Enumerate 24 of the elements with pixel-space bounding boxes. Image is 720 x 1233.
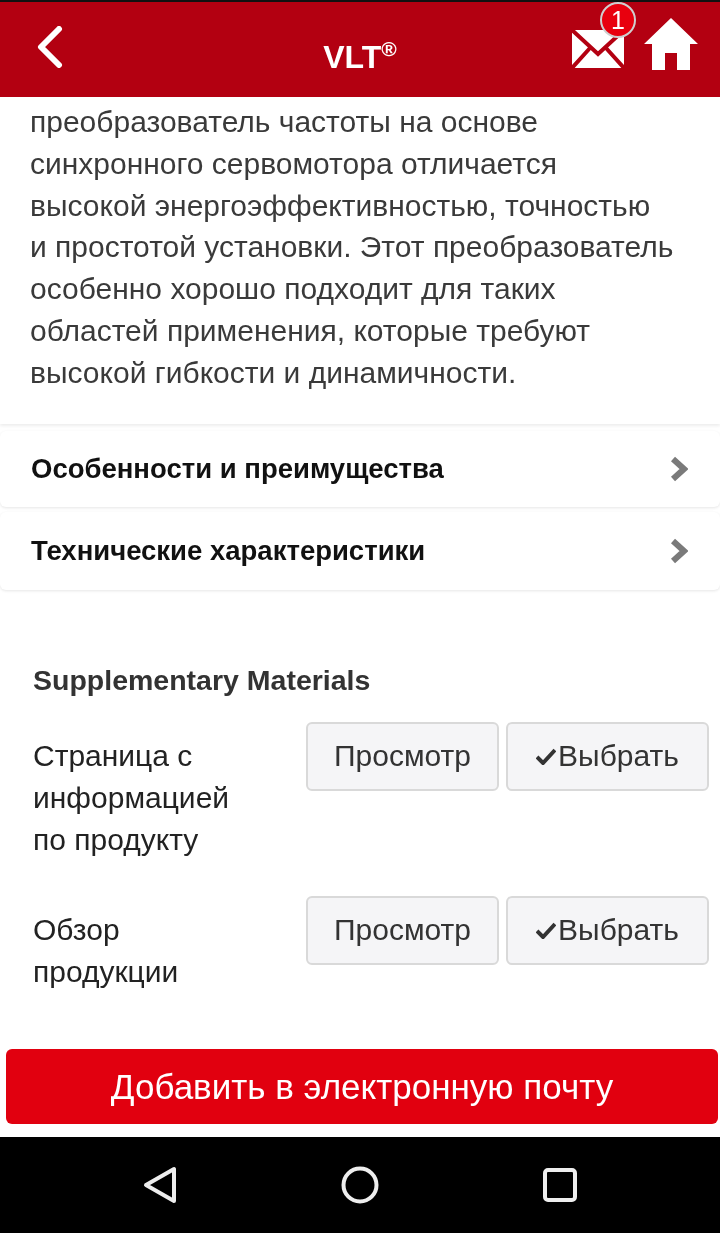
circle-home-icon <box>341 1166 379 1204</box>
header-title: VLT$^{®}$ <box>323 37 397 76</box>
select-button[interactable]: Выбрать <box>506 895 709 965</box>
chevron-right-icon <box>670 537 688 564</box>
mail-button[interactable] <box>572 30 624 68</box>
add-to-email-button[interactable]: Добавить в электронную почту <box>6 1049 718 1124</box>
view-button[interactable]: Просмотр <box>306 721 499 791</box>
description-text: преобразователь частоты на основе синхронного сервомотора отличается высокой энергоэффективностью, точностью и простотой установки. Этот преобразователь особенно хорошо подходит для таких областей применения, которые требуют высокой гибкости и динамичности. <box>30 104 675 391</box>
select-button[interactable]: Выбрать <box>506 721 709 791</box>
section-heading: Supplementary Materials <box>33 662 372 697</box>
check-icon <box>536 747 557 765</box>
section-row[interactable]: Технические характеристики <box>0 511 720 590</box>
chevron-right-icon <box>670 455 688 482</box>
notification-badge: 1 <box>600 2 636 38</box>
square-recents-icon <box>543 1168 577 1202</box>
view-button[interactable]: Просмотр <box>306 895 499 965</box>
home-button[interactable] <box>644 16 698 72</box>
triangle-back-icon <box>143 1166 177 1204</box>
envelope-icon <box>572 30 624 68</box>
section-row[interactable]: Особенности и преимущества <box>0 430 720 507</box>
home-icon <box>644 16 698 72</box>
material-label: Обзор продукции <box>33 911 180 990</box>
material-label: Страница с информацией по продукту <box>33 737 231 858</box>
check-icon <box>536 921 557 939</box>
